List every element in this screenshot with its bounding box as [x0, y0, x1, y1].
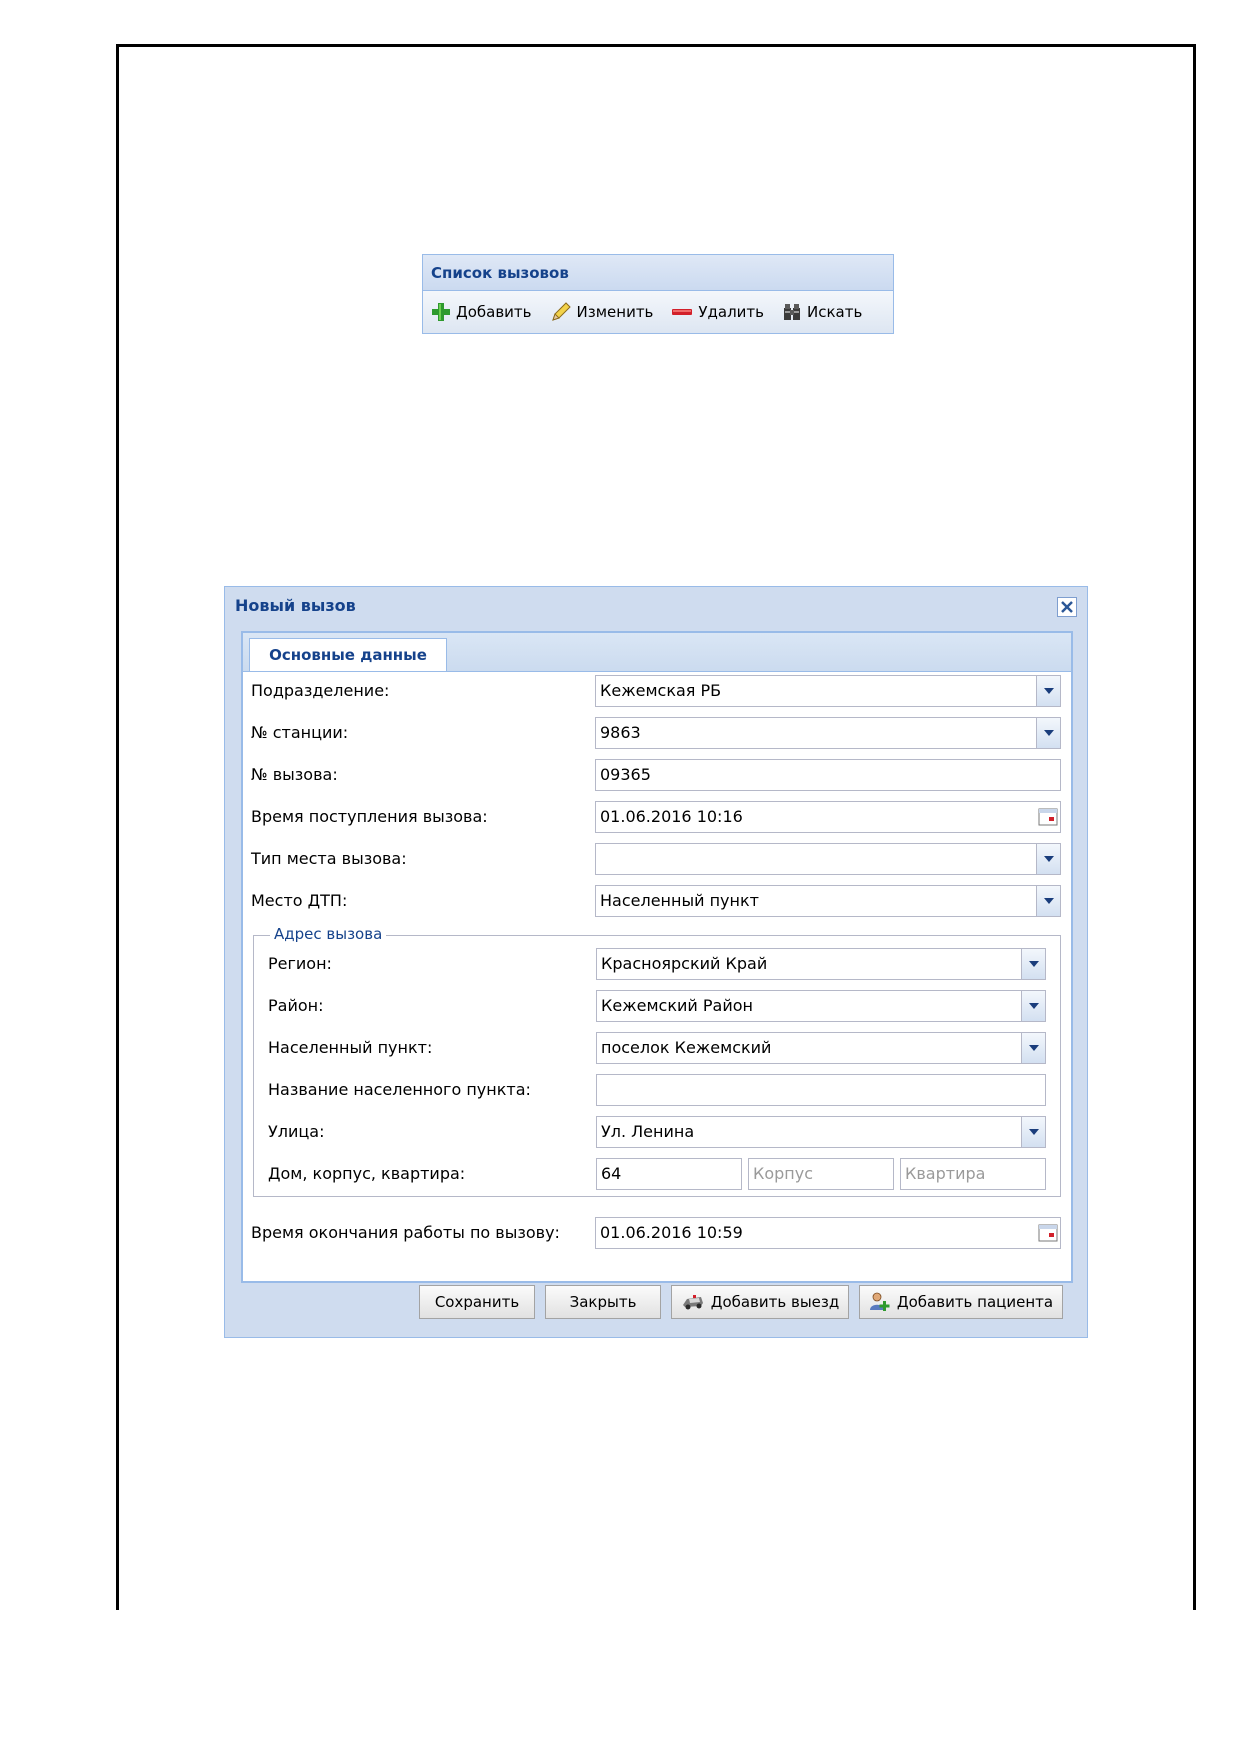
apartment-placeholder: Квартира [905, 1164, 986, 1183]
locality-label: Населенный пункт: [268, 1038, 433, 1057]
station-label: № станции: [251, 723, 349, 742]
station-value: 9863 [600, 723, 641, 742]
apartment-input[interactable]: Квартира [900, 1158, 1046, 1190]
street-label: Улица: [268, 1122, 325, 1141]
close-dialog-button[interactable] [1057, 597, 1077, 617]
add-patient-button-label: Добавить пациента [896, 1293, 1054, 1311]
chevron-down-icon [1029, 961, 1039, 967]
region-value: Красноярский Край [601, 954, 768, 973]
end-time-label: Время окончания работы по вызову: [251, 1223, 560, 1242]
search-button[interactable]: Искать [782, 302, 862, 322]
house-label: Дом, корпус, квартира: [268, 1164, 466, 1183]
tab-panel: Основные данные Подразделение: Кежемская… [241, 631, 1073, 1283]
accident-place-value: Населенный пункт [600, 891, 759, 910]
dialog-title: Новый вызов [235, 596, 356, 615]
end-time-value: 01.06.2016 10:59 [600, 1223, 743, 1242]
calendar-icon[interactable] [1038, 1223, 1058, 1243]
district-dropdown-trigger[interactable] [1021, 991, 1045, 1021]
tab-strip: Основные данные [243, 633, 1071, 672]
locality-value: поселок Кежемский [601, 1038, 772, 1057]
add-patient-button[interactable]: Добавить пациента [859, 1285, 1063, 1319]
new-call-dialog: Новый вызов Основные данные Подразделени… [224, 586, 1088, 1338]
accident-place-dropdown-trigger[interactable] [1036, 886, 1060, 916]
address-legend: Адрес вызова [270, 925, 387, 943]
house-input[interactable]: 64 [596, 1158, 742, 1190]
place-type-label: Тип места вызова: [251, 849, 407, 868]
close-button[interactable]: Закрыть [545, 1285, 661, 1319]
receipt-time-value: 01.06.2016 10:16 [600, 807, 743, 826]
add-button-label: Добавить [456, 303, 532, 321]
tab-main-data[interactable]: Основные данные [249, 638, 447, 671]
accident-place-combo[interactable]: Населенный пункт [595, 885, 1061, 917]
station-combo[interactable]: 9863 [595, 717, 1061, 749]
close-icon [1061, 601, 1073, 613]
region-dropdown-trigger[interactable] [1021, 949, 1045, 979]
chevron-down-icon [1044, 730, 1054, 736]
place-type-combo[interactable] [595, 843, 1061, 875]
edit-button-label: Изменить [576, 303, 654, 321]
delete-button-label: Удалить [698, 303, 765, 321]
station-dropdown-trigger[interactable] [1036, 718, 1060, 748]
add-departure-button[interactable]: Добавить выезд [671, 1285, 849, 1319]
district-combo[interactable]: Кежемский Район [596, 990, 1046, 1022]
chevron-down-icon [1029, 1129, 1039, 1135]
chevron-down-icon [1029, 1003, 1039, 1009]
division-combo[interactable]: Кежемская РБ [595, 675, 1061, 707]
building-input[interactable]: Корпус [748, 1158, 894, 1190]
calls-list-toolbar: Добавить Изменить Удалить Искать [423, 291, 893, 333]
end-time-input[interactable]: 01.06.2016 10:59 [595, 1217, 1061, 1249]
region-label: Регион: [268, 954, 332, 973]
call-number-value: 09365 [600, 765, 651, 784]
search-button-label: Искать [807, 303, 863, 321]
locality-combo[interactable]: поселок Кежемский [596, 1032, 1046, 1064]
district-label: Район: [268, 996, 324, 1015]
division-dropdown-trigger[interactable] [1036, 676, 1060, 706]
address-fieldset: Адрес вызова Регион: Красноярский Край Р… [253, 925, 1061, 1197]
street-value: Ул. Ленина [601, 1122, 695, 1141]
pencil-icon [551, 302, 571, 321]
chevron-down-icon [1044, 688, 1054, 694]
building-placeholder: Корпус [753, 1164, 814, 1183]
locality-dropdown-trigger[interactable] [1021, 1033, 1045, 1063]
receipt-time-input[interactable]: 01.06.2016 10:16 [595, 801, 1061, 833]
locality-name-input[interactable] [596, 1074, 1046, 1106]
save-button-label: Сохранить [434, 1293, 520, 1311]
ambulance-icon [682, 1295, 703, 1310]
chevron-down-icon [1044, 898, 1054, 904]
chevron-down-icon [1029, 1045, 1039, 1051]
add-user-icon [869, 1292, 890, 1311]
street-combo[interactable]: Ул. Ленина [596, 1116, 1046, 1148]
binoculars-icon [784, 304, 801, 320]
add-departure-button-label: Добавить выезд [710, 1293, 840, 1311]
house-value: 64 [601, 1164, 622, 1183]
close-button-label: Закрыть [569, 1293, 637, 1311]
street-dropdown-trigger[interactable] [1021, 1117, 1045, 1147]
receipt-time-label: Время поступления вызова: [251, 807, 488, 826]
minus-icon [672, 309, 693, 315]
save-button[interactable]: Сохранить [419, 1285, 535, 1319]
call-number-input[interactable]: 09365 [595, 759, 1061, 791]
locality-name-label: Название населенного пункта: [268, 1080, 531, 1099]
district-value: Кежемский Район [601, 996, 753, 1015]
edit-button[interactable]: Изменить [550, 301, 654, 323]
place-type-dropdown-trigger[interactable] [1036, 844, 1060, 874]
calls-list-panel: Список вызовов Добавить Изменить Удалить [422, 254, 894, 334]
call-number-label: № вызова: [251, 765, 338, 784]
division-label: Подразделение: [251, 681, 390, 700]
calls-list-title: Список вызовов [423, 255, 893, 291]
plus-icon [432, 303, 450, 321]
chevron-down-icon [1044, 856, 1054, 862]
calendar-icon[interactable] [1038, 807, 1058, 827]
division-value: Кежемская РБ [600, 681, 722, 700]
region-combo[interactable]: Красноярский Край [596, 948, 1046, 980]
delete-button[interactable]: Удалить [671, 303, 764, 321]
accident-place-label: Место ДТП: [251, 891, 348, 910]
add-button[interactable]: Добавить [431, 302, 532, 322]
